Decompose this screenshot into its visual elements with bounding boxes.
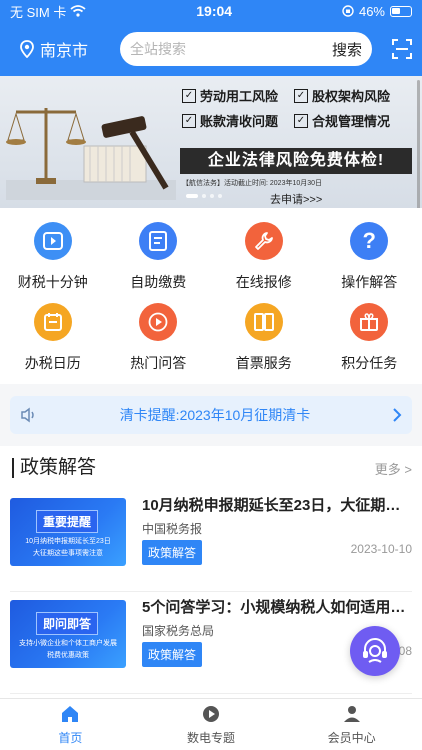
scan-button[interactable]: [372, 39, 412, 59]
thumb-tag: 即问即答: [36, 612, 99, 635]
home-icon: [62, 706, 79, 722]
article-source: 国家税务总局: [142, 624, 215, 638]
tab-bar: 首页 数电专题 会员中心: [0, 698, 422, 750]
thumb-line: 10月纳税申报期延长至23日: [25, 538, 111, 545]
notice-text: 清卡提醒:2023年10月征期清卡: [119, 407, 311, 423]
banner-subtitle: 【航信法务】活动截止时间: 2023年10月30日: [182, 180, 323, 187]
gift-icon: [350, 303, 389, 341]
banner-apply-link[interactable]: 去申请>>>: [270, 191, 322, 207]
grid-label: 自助缴费: [130, 274, 187, 290]
top-bar: 无 SIM 卡 19:04 46% 南京市 全站搜索 搜索: [0, 0, 422, 76]
check-item: ✓ 合规管理情况: [294, 111, 412, 130]
grid-label: 操作解答: [341, 274, 398, 290]
grid-item-tax-video[interactable]: 财税十分钟: [0, 222, 106, 302]
play-circle-icon: [203, 706, 219, 722]
headset-icon: [363, 638, 387, 663]
thumb-line: 支持小微企业和个体工商户发展: [19, 640, 117, 647]
more-link[interactable]: 更多 >: [375, 459, 412, 478]
grid-label: 财税十分钟: [17, 274, 88, 290]
speaker-icon: [21, 407, 34, 423]
user-icon: [343, 706, 360, 722]
justice-scale-icon: [6, 108, 176, 200]
check-item: ✓ 账款清收问题: [182, 111, 294, 130]
grid-item-first-invoice[interactable]: 首票服务: [211, 303, 317, 383]
thumb-tag: 重要提醒: [36, 510, 99, 533]
grid-item-self-payment[interactable]: 自助缴费: [106, 222, 212, 302]
tab-label: 数电专题: [187, 731, 236, 745]
carrier-label: 无 SIM 卡: [10, 4, 67, 20]
grid-label: 积分任务: [341, 355, 398, 371]
header: 南京市 全站搜索 搜索: [0, 22, 422, 76]
promo-banner[interactable]: ✓ 劳动用工风险 ✓ 股权架构风险 ✓ 账款清收问题 ✓ 合规管理情况 企业法律风险免费…: [0, 76, 422, 208]
article-title: 5个问答学习：小规模纳税人如何适用增值税优惠政策: [142, 599, 412, 616]
calendar-icon: [33, 303, 72, 341]
tab-label: 会员中心: [327, 731, 376, 745]
grid-label: 首票服务: [235, 355, 292, 371]
battery-percent: 46%: [358, 3, 385, 19]
play-icon: [139, 303, 178, 341]
thumb-line: 大征期这些事项需注意: [33, 550, 103, 557]
tab-home[interactable]: 首页: [0, 699, 141, 750]
article-tag: 政策解答: [142, 642, 203, 667]
video-icon: [33, 222, 72, 260]
grid-item-online-repair[interactable]: 在线报修: [211, 222, 317, 302]
battery-icon: [390, 5, 412, 17]
tab-digital-invoice[interactable]: 数电专题: [141, 699, 282, 750]
banner-checklist: ✓ 劳动用工风险 ✓ 股权架构风险 ✓ 账款清收问题 ✓ 合规管理情况: [182, 86, 412, 130]
article-title: 10月纳税申报期延长至23日，大征期这些事项需注意: [142, 497, 412, 514]
orientation-lock-icon: [342, 5, 354, 17]
article-date: 2023-10-10: [350, 542, 412, 556]
grid-item-hot-qa[interactable]: 热门问答: [106, 303, 212, 383]
payment-doc-icon: [139, 222, 178, 260]
grid-item-faq[interactable]: ? 操作解答: [317, 222, 422, 302]
section-title: 政策解答: [12, 458, 96, 478]
status-bar: 无 SIM 卡 19:04 46%: [0, 0, 422, 22]
search-input[interactable]: 全站搜索: [130, 39, 186, 59]
banner-headline: 企业法律风险免费体检!: [180, 148, 412, 174]
tab-member-center[interactable]: 会员中心: [281, 699, 422, 750]
wifi-icon: [70, 5, 86, 17]
customer-service-button[interactable]: [350, 626, 400, 676]
service-grid: 财税十分钟 自助缴费 在线报修 ? 操作解答 办税日历 热门问答 首票服务 积分…: [0, 208, 422, 384]
notice-bar[interactable]: 清卡提醒:2023年10月征期清卡: [10, 396, 412, 434]
clock: 19:04: [196, 3, 233, 19]
carousel-dots: [186, 194, 222, 198]
list-item[interactable]: 重要提醒 10月纳税申报期延长至23日 大征期这些事项需注意 10月纳税申报期延…: [10, 490, 412, 592]
city-name: 南京市: [40, 43, 89, 60]
grid-item-tax-calendar[interactable]: 办税日历: [0, 303, 106, 383]
grid-item-points-task[interactable]: 积分任务: [317, 303, 422, 383]
grid-label: 在线报修: [235, 274, 292, 290]
article-thumbnail: 即问即答 支持小微企业和个体工商户发展 税费优惠政策: [10, 600, 126, 668]
book-icon: [244, 303, 283, 341]
tab-label: 首页: [58, 731, 83, 745]
search-bar[interactable]: 全站搜索 搜索: [120, 32, 372, 66]
question-icon: ?: [350, 222, 389, 260]
wrench-icon: [244, 222, 283, 260]
search-button[interactable]: 搜索: [332, 39, 362, 60]
section-header: 政策解答 更多 >: [0, 446, 422, 490]
location-pin-icon: [20, 40, 34, 58]
check-item: ✓ 劳动用工风险: [182, 86, 294, 105]
article-thumbnail: 重要提醒 10月纳税申报期延长至23日 大征期这些事项需注意: [10, 498, 126, 566]
grid-label: 热门问答: [130, 355, 187, 371]
article-source: 中国税务报: [142, 522, 203, 536]
thumb-line: 税费优惠政策: [47, 652, 89, 659]
chevron-right-icon: [393, 408, 402, 422]
scan-icon: [392, 39, 412, 59]
city-selector[interactable]: 南京市: [20, 37, 120, 61]
article-tag: 政策解答: [142, 540, 203, 565]
check-item: ✓ 股权架构风险: [294, 86, 412, 105]
grid-label: 办税日历: [24, 355, 81, 371]
